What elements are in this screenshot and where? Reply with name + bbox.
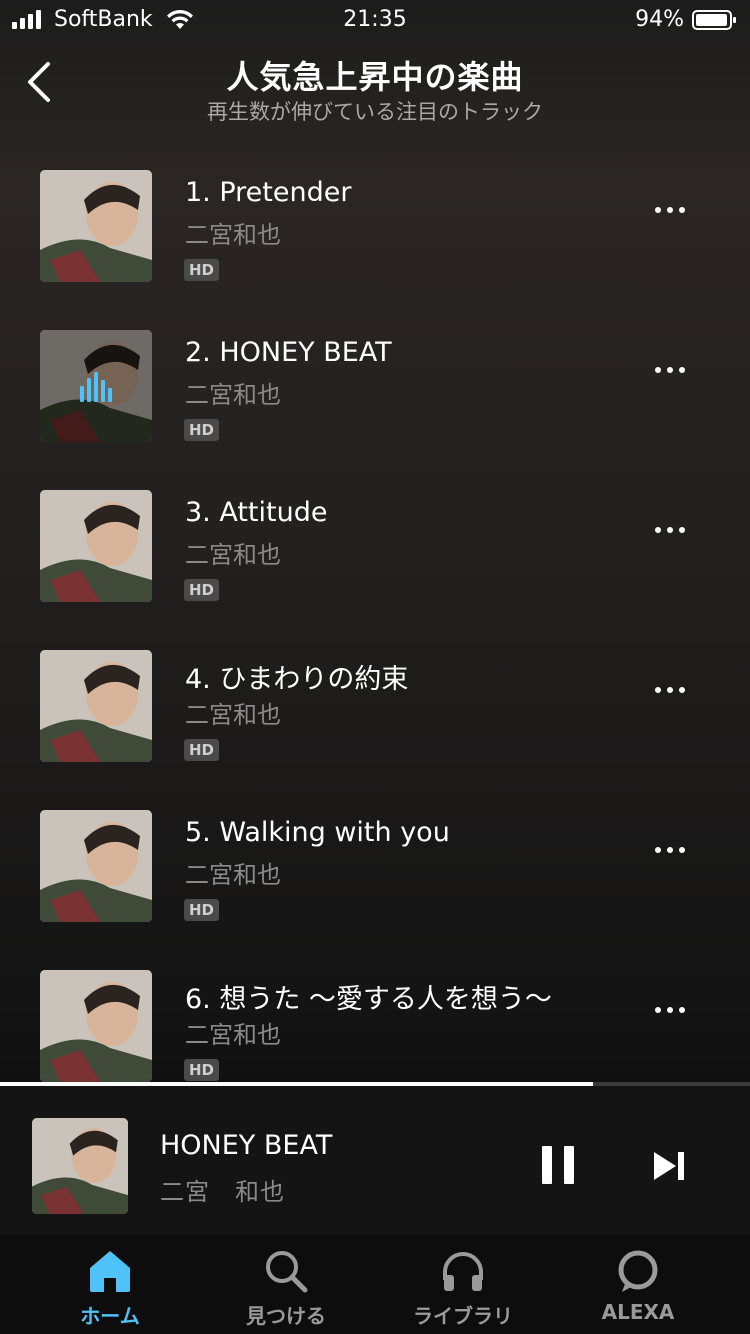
bottom-tab-bar: ホーム 見つける ライブラリ ALEXA — [0, 1234, 750, 1334]
hd-badge: HD — [184, 739, 220, 761]
more-options-icon[interactable] — [650, 360, 690, 380]
tab-search[interactable]: 見つける — [198, 1234, 374, 1334]
track-row[interactable]: 5. Walking with you 二宮和也 HD — [0, 770, 750, 930]
track-artwork[interactable] — [40, 490, 152, 602]
hd-badge: HD — [184, 419, 220, 441]
track-artwork[interactable] — [40, 330, 152, 442]
more-options-icon[interactable] — [650, 1000, 690, 1020]
track-title: 3. Attitude — [185, 497, 328, 528]
mini-player[interactable]: HONEY BEAT 二宮 和也 — [0, 1086, 750, 1234]
tab-headphones[interactable]: ライブラリ — [375, 1234, 551, 1334]
tab-label: ライブラリ — [413, 1304, 513, 1328]
track-row[interactable]: 6. 想うた 〜愛する人を想う〜 二宮和也 HD — [0, 930, 750, 1082]
more-options-icon[interactable] — [650, 840, 690, 860]
hd-badge: HD — [184, 259, 220, 281]
more-options-icon[interactable] — [650, 520, 690, 540]
track-row[interactable]: 3. Attitude 二宮和也 HD — [0, 450, 750, 610]
track-title: 2. HONEY BEAT — [185, 337, 392, 368]
tab-home[interactable]: ホーム — [22, 1234, 198, 1334]
skip-next-icon[interactable] — [652, 1150, 688, 1182]
track-artist: 二宮和也 — [185, 861, 281, 889]
battery-percent: 94% — [635, 7, 684, 32]
more-options-icon[interactable] — [650, 200, 690, 220]
pause-button[interactable] — [540, 1146, 576, 1184]
track-title: 5. Walking with you — [185, 817, 450, 848]
status-bar: SoftBank 21:35 94% — [0, 0, 750, 40]
track-artist: 二宮和也 — [185, 701, 281, 729]
page-header: 人気急上昇中の楽曲 再生数が伸びている注目のトラック — [0, 40, 750, 130]
track-row[interactable]: 2. HONEY BEAT 二宮和也 HD — [0, 290, 750, 450]
track-artist: 二宮和也 — [185, 221, 281, 249]
tab-alexa[interactable]: ALEXA — [550, 1234, 726, 1334]
hd-badge: HD — [184, 899, 220, 921]
track-artist: 二宮和也 — [185, 541, 281, 569]
tab-label: 見つける — [246, 1304, 326, 1328]
now-playing-equalizer-icon — [80, 372, 112, 402]
track-artwork[interactable] — [40, 170, 152, 282]
hd-badge: HD — [184, 579, 220, 601]
tab-label: ホーム — [80, 1304, 140, 1328]
track-title: 4. ひまわりの約束 — [185, 664, 409, 695]
tab-label: ALEXA — [601, 1300, 675, 1324]
track-title: 6. 想うた 〜愛する人を想う〜 — [185, 984, 552, 1015]
track-artist: 二宮和也 — [185, 381, 281, 409]
now-playing-artwork[interactable] — [32, 1118, 128, 1214]
track-title: 1. Pretender — [185, 177, 352, 208]
track-row[interactable]: 1. Pretender 二宮和也 HD — [0, 130, 750, 290]
now-playing-title: HONEY BEAT — [160, 1130, 333, 1161]
track-artwork[interactable] — [40, 970, 152, 1082]
track-artist: 二宮和也 — [185, 1021, 281, 1049]
battery-icon — [692, 10, 736, 30]
track-artwork[interactable] — [40, 650, 152, 762]
track-artwork[interactable] — [40, 810, 152, 922]
track-row[interactable]: 4. ひまわりの約束 二宮和也 HD — [0, 610, 750, 770]
track-list[interactable]: 1. Pretender 二宮和也 HD 2. HONEY BEAT 二宮和也 … — [0, 130, 750, 1082]
page-title: 人気急上昇中の楽曲 — [226, 58, 524, 96]
hd-badge: HD — [184, 1059, 220, 1081]
page-subtitle: 再生数が伸びている注目のトラック — [207, 100, 543, 124]
more-options-icon[interactable] — [650, 680, 690, 700]
now-playing-artist: 二宮 和也 — [160, 1178, 285, 1206]
